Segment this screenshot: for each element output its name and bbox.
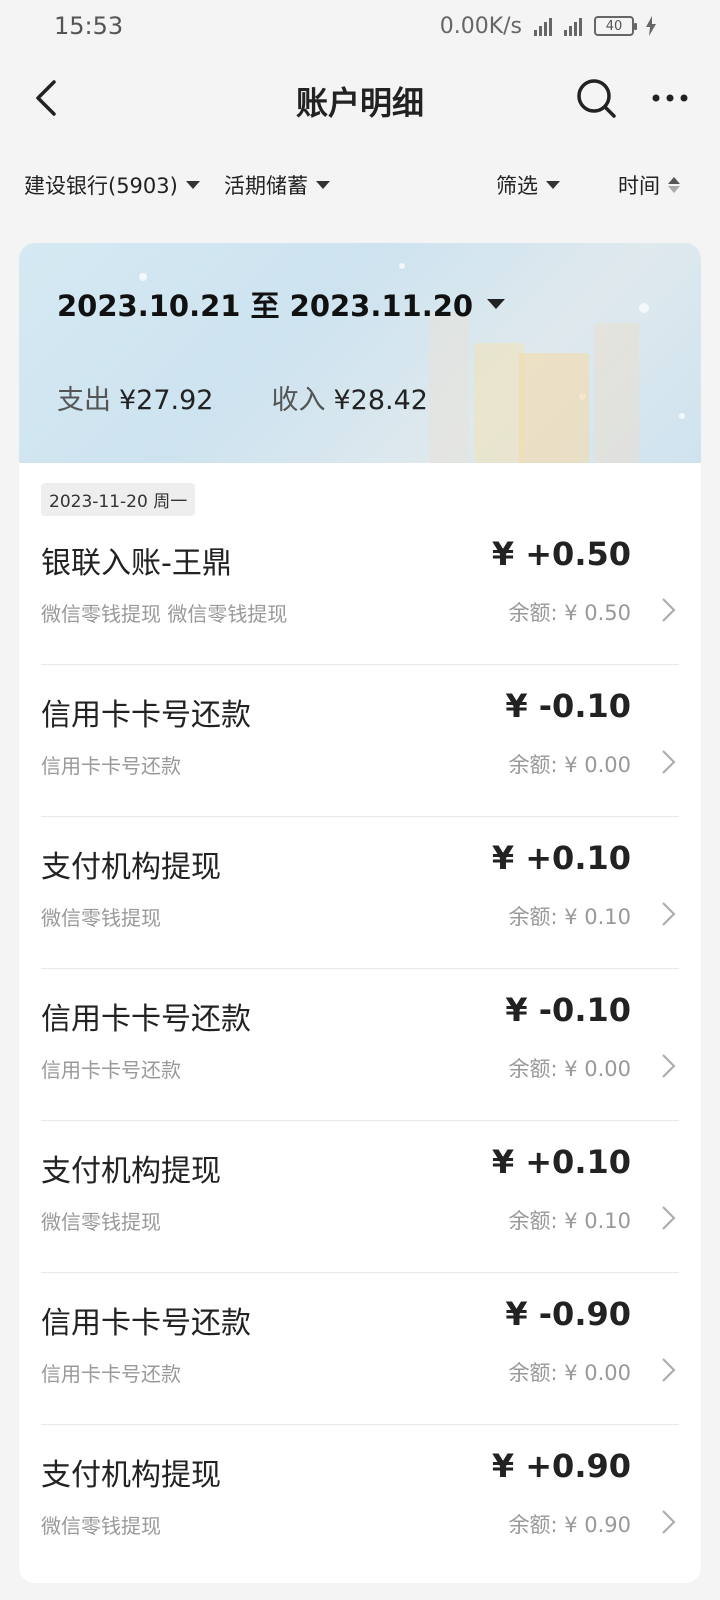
transaction-name: 信用卡卡号还款: [41, 698, 251, 733]
transaction-amount: ¥ -0.10: [505, 991, 631, 1029]
expense-label: 支出: [57, 385, 111, 416]
transaction-balance: 余额: ¥ 0.00: [508, 753, 631, 777]
status-bar: 15:53 0.00K/s 40: [0, 0, 720, 52]
caret-down-icon: [185, 181, 200, 189]
time-sort-label: 时间: [618, 174, 660, 198]
transaction-list: 银联入账-王鼎 微信零钱提现 微信零钱提现 ¥ +0.50 余额: ¥ 0.50…: [19, 513, 701, 1577]
filter-bar: 建设银行(5903) 活期储蓄 筛选 时间: [0, 160, 720, 210]
more-icon[interactable]: [648, 76, 692, 120]
transaction-desc: 信用卡卡号还款: [41, 1058, 181, 1082]
nav-bar: 账户明细: [0, 62, 720, 136]
date-group-label: 2023-11-20 周一: [41, 483, 196, 516]
transaction-row[interactable]: 支付机构提现 微信零钱提现 ¥ +0.10 余额: ¥ 0.10: [41, 817, 679, 969]
transactions-card: 2023.10.21 至 2023.11.20 支出 ¥27.92 收入 ¥28.4…: [19, 243, 701, 1583]
date-range-selector[interactable]: 2023.10.21 至 2023.11.20: [57, 283, 506, 325]
transaction-desc: 微信零钱提现: [41, 1210, 161, 1234]
expense-total: 支出 ¥27.92: [57, 378, 213, 417]
chevron-right-icon: [662, 1510, 676, 1534]
battery-level: 40: [605, 18, 623, 34]
transaction-name: 银联入账-王鼎: [41, 546, 232, 581]
status-time: 15:53: [54, 12, 124, 40]
caret-down-icon: [546, 181, 560, 189]
transaction-balance: 余额: ¥ 0.00: [508, 1361, 631, 1385]
transaction-desc: 微信零钱提现: [41, 1514, 161, 1538]
transaction-row[interactable]: 信用卡卡号还款 信用卡卡号还款 ¥ -0.10 余额: ¥ 0.00: [41, 969, 679, 1121]
transaction-row[interactable]: 信用卡卡号还款 信用卡卡号还款 ¥ -0.90 余额: ¥ 0.00: [41, 1273, 679, 1425]
time-sort[interactable]: 时间: [618, 170, 680, 200]
chevron-right-icon: [662, 902, 676, 926]
transaction-name: 支付机构提现: [41, 1154, 221, 1189]
transaction-balance: 余额: ¥ 0.90: [508, 1513, 631, 1537]
sort-icon: [668, 177, 680, 193]
bank-account-filter[interactable]: 建设银行(5903): [24, 170, 200, 200]
network-speed: 0.00K/s: [439, 13, 522, 39]
summary-banner: 2023.10.21 至 2023.11.20 支出 ¥27.92 收入 ¥28.4…: [19, 243, 701, 463]
bank-account-label: 建设银行(5903): [24, 174, 178, 198]
filter-dropdown[interactable]: 筛选: [496, 170, 560, 200]
caret-down-icon: [487, 299, 506, 309]
transaction-amount: ¥ +0.10: [491, 1143, 631, 1181]
signal-icon: [534, 16, 552, 36]
transaction-name: 支付机构提现: [41, 850, 221, 885]
chevron-right-icon: [662, 750, 676, 774]
transaction-amount: ¥ +0.10: [491, 839, 631, 877]
transaction-desc: 微信零钱提现 微信零钱提现: [41, 602, 288, 626]
transaction-amount: ¥ +0.90: [491, 1447, 631, 1485]
transaction-name: 支付机构提现: [41, 1458, 221, 1493]
income-total: 收入 ¥28.42: [271, 378, 427, 417]
filter-label: 筛选: [496, 174, 538, 198]
transaction-amount: ¥ +0.50: [491, 535, 631, 573]
transaction-amount: ¥ -0.90: [505, 1295, 631, 1333]
transaction-balance: 余额: ¥ 0.50: [508, 601, 631, 625]
transaction-balance: 余额: ¥ 0.10: [508, 1209, 631, 1233]
signal-icon-2: [564, 16, 582, 36]
transaction-desc: 信用卡卡号还款: [41, 754, 181, 778]
transaction-row[interactable]: 支付机构提现 微信零钱提现 ¥ +0.90 余额: ¥ 0.90: [41, 1425, 679, 1577]
chevron-right-icon: [662, 1358, 676, 1382]
caret-down-icon: [316, 181, 330, 189]
transaction-amount: ¥ -0.10: [505, 687, 631, 725]
battery-icon: 40: [594, 16, 637, 36]
chevron-right-icon: [662, 1054, 676, 1078]
account-type-filter[interactable]: 活期储蓄: [224, 170, 330, 200]
transaction-desc: 信用卡卡号还款: [41, 1362, 181, 1386]
transaction-row[interactable]: 银联入账-王鼎 微信零钱提现 微信零钱提现 ¥ +0.50 余额: ¥ 0.50: [41, 513, 679, 665]
chevron-right-icon: [662, 1206, 676, 1230]
charging-icon: [646, 16, 656, 36]
transaction-desc: 微信零钱提现: [41, 906, 161, 930]
date-range-label: 2023.10.21 至 2023.11.20: [57, 289, 474, 323]
transaction-row[interactable]: 信用卡卡号还款 信用卡卡号还款 ¥ -0.10 余额: ¥ 0.00: [41, 665, 679, 817]
status-icons: 0.00K/s 40: [440, 14, 656, 39]
totals-summary: 支出 ¥27.92 收入 ¥28.42: [57, 378, 428, 417]
income-label: 收入: [271, 385, 326, 416]
transaction-balance: 余额: ¥ 0.00: [508, 1057, 631, 1081]
chevron-right-icon: [662, 598, 676, 622]
income-value: ¥28.42: [333, 385, 428, 416]
search-icon[interactable]: [574, 76, 618, 120]
transaction-name: 信用卡卡号还款: [41, 1002, 251, 1037]
transaction-row[interactable]: 支付机构提现 微信零钱提现 ¥ +0.10 余额: ¥ 0.10: [41, 1121, 679, 1273]
expense-value: ¥27.92: [119, 385, 214, 416]
transaction-balance: 余额: ¥ 0.10: [508, 905, 631, 929]
account-type-label: 活期储蓄: [224, 174, 308, 198]
transaction-name: 信用卡卡号还款: [41, 1306, 251, 1341]
